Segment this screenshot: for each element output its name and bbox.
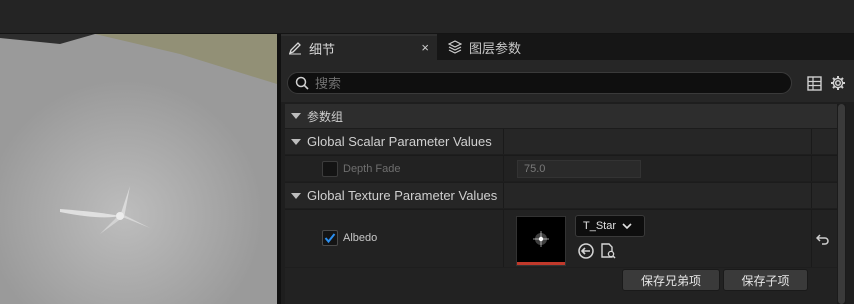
group-global-texture[interactable]: Global Texture Parameter Values <box>285 182 837 208</box>
depth-fade-checkbox[interactable] <box>322 161 338 177</box>
column-divider <box>811 129 812 154</box>
column-divider <box>811 210 812 267</box>
group-label: Global Texture Parameter Values <box>307 188 498 203</box>
tab-bar: 细节 × 图层参数 <box>281 34 854 60</box>
caret-down-icon <box>291 192 301 199</box>
search-input[interactable] <box>315 75 775 91</box>
layers-icon <box>447 39 463 55</box>
details-content: 参数组 Global Scalar Parameter Values Depth… <box>285 102 837 304</box>
texture-thumbnail[interactable] <box>516 216 566 266</box>
viewport[interactable] <box>0 34 277 304</box>
top-toolbar-strip <box>0 0 854 34</box>
close-icon[interactable]: × <box>421 40 429 55</box>
texture-thumbnail-bar <box>517 262 565 265</box>
tab-layer-params[interactable]: 图层参数 <box>441 34 581 60</box>
reset-to-default-icon[interactable] <box>815 232 830 251</box>
search-icon <box>295 76 309 90</box>
category-label: 参数组 <box>307 109 344 124</box>
tab-details-label: 细节 <box>309 41 336 57</box>
checkmark-icon <box>324 233 336 244</box>
details-panel: 细节 × 图层参数 参数组 <box>281 34 854 304</box>
button-row: 保存兄弟项 保存子项 <box>285 268 837 304</box>
scrollbar-thumb[interactable] <box>838 104 845 304</box>
column-divider <box>811 183 812 208</box>
tab-details[interactable]: 细节 × <box>281 34 437 60</box>
albedo-checkbox[interactable] <box>322 230 338 246</box>
asset-name: T_Star <box>583 220 617 232</box>
column-divider <box>811 156 812 181</box>
star-thumbnail-icon <box>533 231 549 247</box>
group-label: Global Scalar Parameter Values <box>307 134 492 149</box>
caret-down-icon <box>291 138 301 145</box>
column-divider <box>503 156 504 181</box>
chevron-down-icon <box>622 222 632 230</box>
vertical-scrollbar[interactable] <box>837 104 846 304</box>
search-box[interactable] <box>287 72 792 94</box>
tab-layer-params-label: 图层参数 <box>469 40 522 56</box>
table-view-icon[interactable] <box>805 74 823 92</box>
category-param-group[interactable]: 参数组 <box>285 104 837 128</box>
group-global-scalar[interactable]: Global Scalar Parameter Values <box>285 128 837 154</box>
use-selected-asset-icon[interactable] <box>577 242 595 265</box>
caret-down-icon <box>291 113 301 119</box>
property-row-albedo: Albedo T_Star <box>285 209 837 267</box>
column-divider <box>503 129 504 154</box>
pencil-icon <box>287 40 303 56</box>
settings-gear-icon[interactable] <box>829 74 847 92</box>
asset-picker-dropdown[interactable]: T_Star <box>575 215 645 237</box>
save-sibling-button[interactable]: 保存兄弟项 <box>622 269 720 291</box>
details-toolbar <box>281 60 854 102</box>
depth-fade-label: Depth Fade <box>343 163 401 175</box>
column-divider <box>503 210 504 267</box>
save-child-button[interactable]: 保存子项 <box>723 269 808 291</box>
browse-asset-icon[interactable] <box>599 242 617 265</box>
albedo-label: Albedo <box>343 232 378 244</box>
property-row-depth-fade: Depth Fade 75.0 <box>285 155 837 181</box>
depth-fade-value-field[interactable]: 75.0 <box>517 160 641 178</box>
column-divider <box>503 183 504 208</box>
